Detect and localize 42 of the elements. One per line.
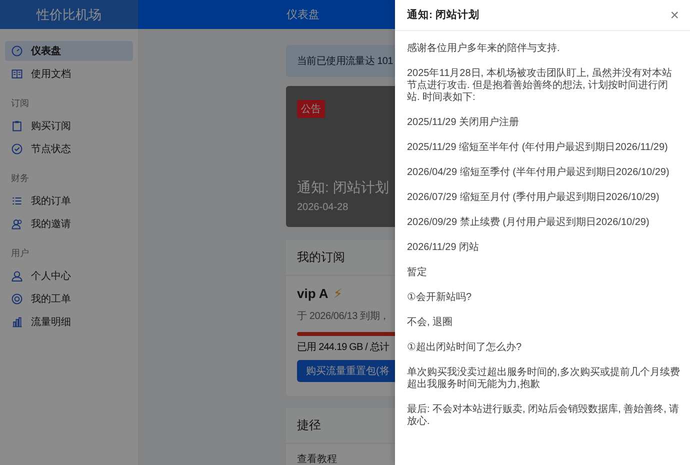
- section-label: 财务: [10, 172, 30, 185]
- book-icon: [11, 68, 23, 80]
- drawer-title: 通知: 闭站计划: [407, 8, 480, 22]
- sidebar-item[interactable]: 仪表盘: [5, 41, 133, 61]
- notice-paragraph: 2026/09/29 禁止续费 (月付用户最迟到期日2026/10/29): [407, 217, 650, 229]
- notice-paragraph: 暂定: [407, 267, 428, 279]
- usage-text: 已用 244.19 GB / 总计: [297, 340, 390, 354]
- notice-paragraph: 2026/04/29 缩短至季付 (半年付用户最迟到期日2026/10/29): [407, 167, 670, 179]
- section-label: 用户: [10, 247, 30, 260]
- sidebar-item[interactable]: 我的邀请: [5, 214, 133, 234]
- expiry-text: 于 2026/06/13 到期，: [297, 310, 390, 323]
- notice-paragraph: 2025/11/29 关闭用户注册: [407, 117, 520, 129]
- notice-paragraph: ①超出闭站时间了怎么办?: [407, 342, 523, 354]
- sidebar-item[interactable]: 个人中心: [5, 266, 133, 286]
- list-icon: [11, 195, 23, 207]
- notice-paragraph: ①会开新站吗?: [407, 292, 473, 304]
- people-icon: [11, 218, 23, 230]
- lifebuoy-icon: [11, 293, 23, 305]
- close-button[interactable]: ×: [670, 8, 679, 22]
- user-icon: [11, 270, 23, 282]
- sidebar-item[interactable]: 使用文档: [5, 64, 133, 84]
- notice-date: 2026-04-28: [297, 202, 348, 213]
- sidebar-item[interactable]: 购买订阅: [5, 116, 133, 136]
- clipboard-icon: [11, 120, 23, 132]
- notice-paragraph: 不会, 退圈: [407, 317, 454, 329]
- bolt-icon: ⚡: [333, 286, 342, 302]
- sidebar-item[interactable]: 节点状态: [5, 139, 133, 159]
- sidebar-item[interactable]: 我的订单: [5, 191, 133, 211]
- sidebar-item[interactable]: 我的工单: [5, 289, 133, 309]
- notice-paragraph: 感谢各位用户多年来的陪伴与支持.: [407, 43, 561, 55]
- sidebar-item[interactable]: 流量明细: [5, 312, 133, 332]
- brand-title: 性价比机场: [0, 0, 138, 29]
- notice-paragraph: 2025/11/29 缩短至半年付 (年付用户最迟到期日2026/11/29): [407, 142, 669, 154]
- check-circle-icon: [11, 143, 23, 155]
- notice-title: 通知: 闭站计划: [297, 179, 389, 197]
- notice-badge: 公告: [297, 100, 325, 118]
- notice-paragraph: 2026/07/29 缩短至月付 (季付用户最迟到期日2026/10/29): [407, 192, 660, 204]
- section-label: 订阅: [10, 97, 30, 110]
- gauge-icon: [11, 45, 23, 57]
- plan-name: vip A: [297, 286, 328, 302]
- notice-paragraph: 2026/11/29 闭站: [407, 242, 480, 254]
- bar-chart-icon: [11, 316, 23, 328]
